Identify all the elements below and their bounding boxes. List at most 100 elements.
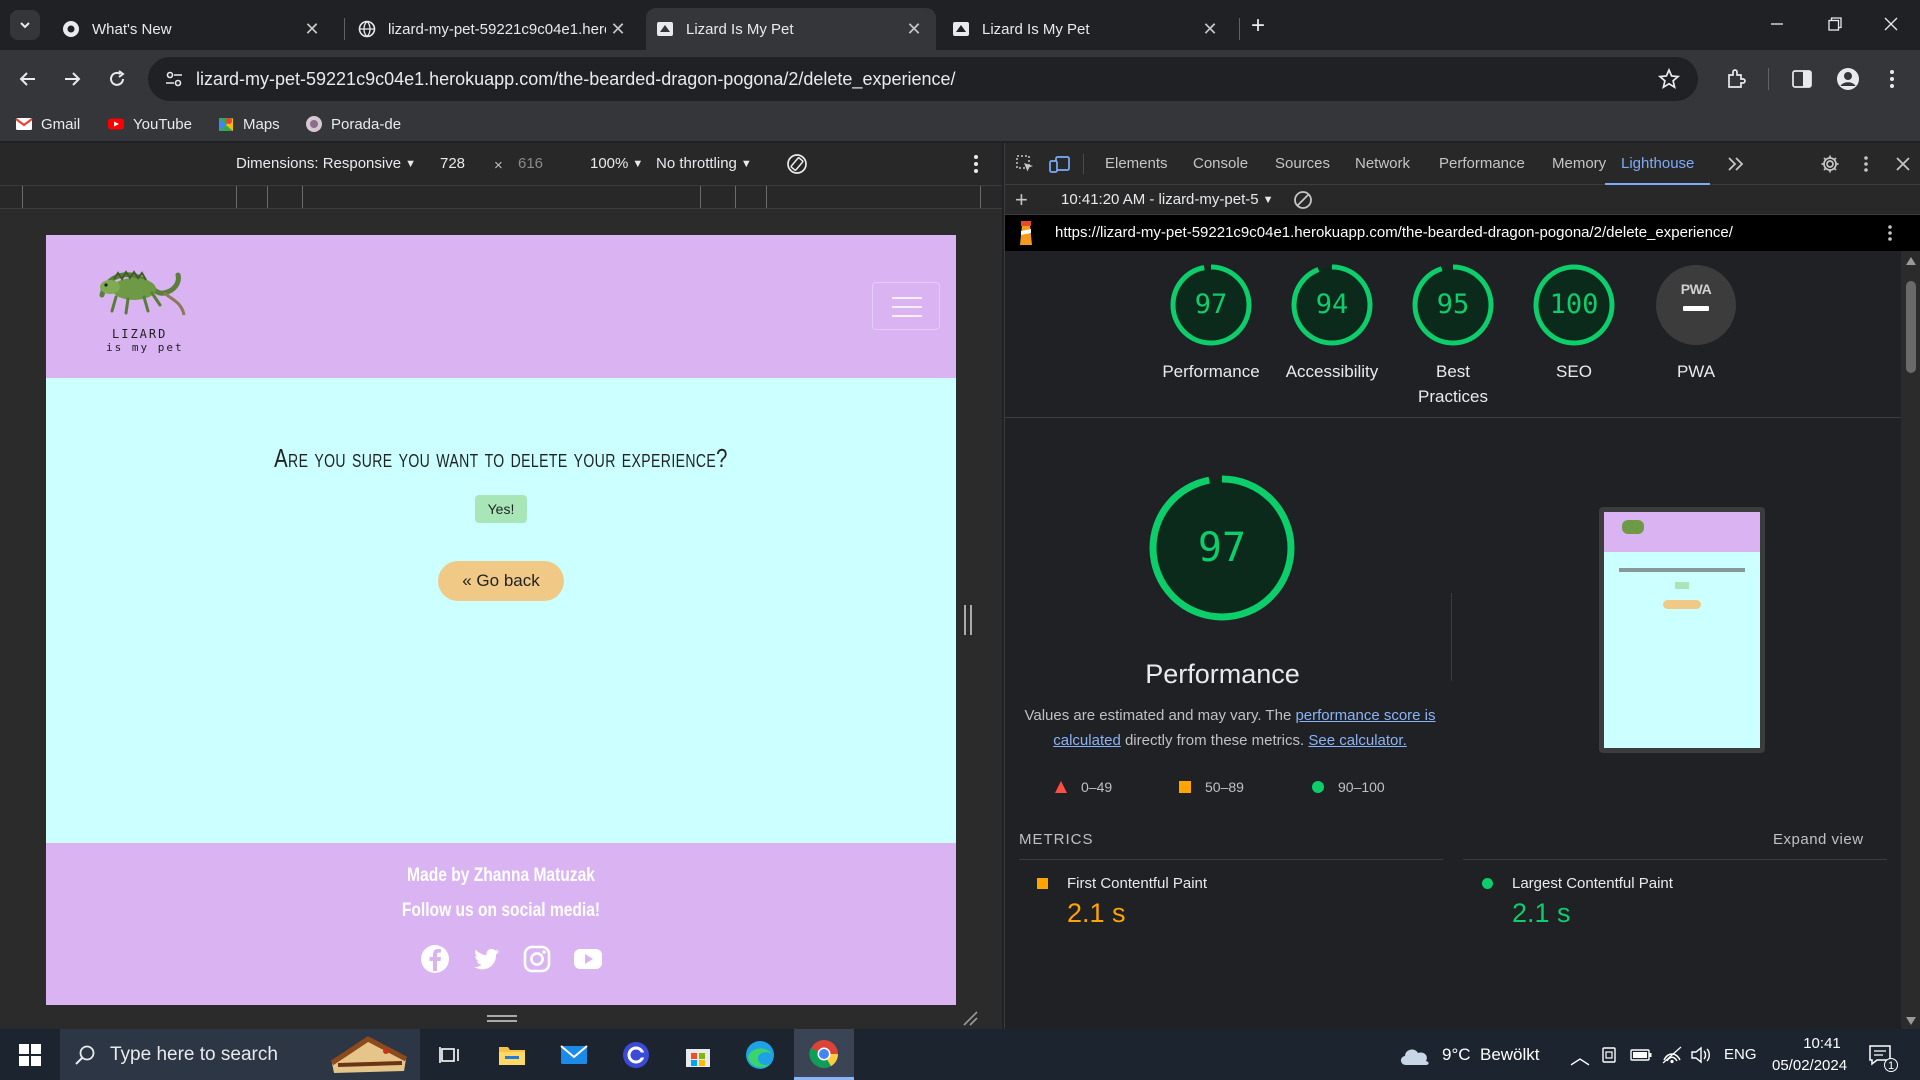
kebab-menu-icon[interactable] <box>1863 155 1869 173</box>
chrome-taskbar-active[interactable] <box>794 1029 854 1080</box>
restore-button[interactable] <box>1806 0 1864 48</box>
bookmark-gmail[interactable]: Gmail <box>15 115 80 133</box>
tab-lizard-active[interactable]: Lizard Is My Pet ✕ <box>646 8 936 50</box>
bookmark-youtube[interactable]: YouTube <box>107 115 192 133</box>
reload-button[interactable] <box>103 65 131 93</box>
clock-time[interactable]: 10:41 <box>1790 1035 1854 1052</box>
star-icon[interactable] <box>1658 68 1680 90</box>
chrome-icon <box>809 1040 838 1068</box>
lighthouse-logo-icon <box>1020 221 1032 245</box>
close-devtools-icon[interactable] <box>1895 156 1911 172</box>
bookmark-porada[interactable]: Porada-de <box>305 115 401 133</box>
metric-name-row: Largest Contentful Paint <box>1482 875 1673 892</box>
tab-console[interactable]: Console <box>1193 143 1248 185</box>
device-toggle-icon[interactable] <box>1049 154 1071 174</box>
scroll-up-icon[interactable] <box>1906 257 1916 265</box>
file-explorer-icon[interactable] <box>494 1037 530 1073</box>
minimize-button[interactable] <box>1748 0 1806 48</box>
settings-gear-icon[interactable] <box>1820 154 1840 174</box>
back-button[interactable] <box>14 65 42 93</box>
clock-date[interactable]: 05/02/2024 <box>1772 1057 1847 1074</box>
kebab-menu-icon[interactable] <box>973 154 979 174</box>
profile-button[interactable] <box>1834 65 1862 93</box>
mail-icon[interactable] <box>556 1037 592 1073</box>
kebab-menu-icon[interactable] <box>1887 224 1893 242</box>
weather-text[interactable]: 9°C Bewölkt <box>1442 1045 1540 1065</box>
score-gauge-pwa[interactable]: PWA PWA <box>1646 263 1746 384</box>
report-url[interactable]: https://lizard-my-pet-59221c9c04e1.herok… <box>1055 224 1733 241</box>
volume-icon[interactable] <box>1690 1046 1712 1064</box>
height-input[interactable]: 616 <box>518 155 543 172</box>
twitter-icon[interactable] <box>470 943 502 975</box>
expand-view-toggle[interactable]: Expand view <box>1773 831 1864 848</box>
go-back-button[interactable]: « Go back <box>438 561 564 601</box>
score-gauge-seo[interactable]: 100 SEO <box>1524 263 1624 384</box>
hamburger-menu-button[interactable] <box>872 282 940 330</box>
tab-search-button[interactable] <box>10 10 40 40</box>
extensions-button[interactable] <box>1722 65 1750 93</box>
tab-elements[interactable]: Elements <box>1105 143 1168 185</box>
close-icon[interactable]: ✕ <box>300 17 324 41</box>
battery-icon[interactable] <box>1630 1048 1652 1062</box>
close-icon[interactable]: ✕ <box>606 17 630 41</box>
devices-icon[interactable] <box>1600 1046 1618 1064</box>
resize-handle-bottom[interactable] <box>487 1015 517 1022</box>
chevron-up-icon[interactable]: ︿ <box>1570 1041 1590 1070</box>
score-gauge-best-practices[interactable]: 95 Best Practices <box>1403 263 1503 409</box>
tab-lighthouse[interactable]: Lighthouse <box>1605 143 1711 185</box>
new-report-button[interactable]: + <box>1015 187 1028 213</box>
arrow-left-icon <box>19 72 35 86</box>
tab-network[interactable]: Network <box>1355 143 1410 185</box>
tab-sources[interactable]: Sources <box>1275 143 1330 185</box>
search-highlight-pie-icon[interactable] <box>328 1033 410 1077</box>
clear-reports-icon[interactable] <box>1293 190 1313 210</box>
tab-memory[interactable]: Memory <box>1552 143 1606 185</box>
windows-start-icon[interactable] <box>19 1044 41 1066</box>
tab-lizard[interactable]: Lizard Is My Pet ✕ <box>942 8 1232 50</box>
resize-handle-right[interactable] <box>964 605 972 635</box>
chrome-menu-button[interactable] <box>1878 65 1906 93</box>
forward-button[interactable] <box>58 65 86 93</box>
confirm-delete-button[interactable]: Yes! <box>475 495 527 523</box>
task-view-icon[interactable] <box>432 1037 468 1073</box>
width-input[interactable]: 728 <box>440 155 465 172</box>
taskbar-search[interactable]: Type here to search <box>60 1029 420 1080</box>
zoom-dropdown[interactable]: 100% ▼ <box>590 155 643 172</box>
scrollbar-thumb[interactable] <box>1906 281 1916 373</box>
resize-corner-icon[interactable] <box>962 1010 978 1026</box>
language-indicator[interactable]: ENG <box>1724 1046 1757 1063</box>
new-tab-button[interactable]: + <box>1244 12 1272 40</box>
facebook-icon[interactable] <box>419 943 451 975</box>
site-logo[interactable]: LIZARD is my pet <box>94 255 194 365</box>
scroll-down-icon[interactable] <box>1906 1017 1916 1025</box>
tab-performance[interactable]: Performance <box>1439 143 1525 185</box>
side-panel-button[interactable] <box>1788 65 1816 93</box>
address-bar[interactable]: lizard-my-pet-59221c9c04e1.herokuapp.com… <box>148 57 1698 101</box>
rotate-icon[interactable] <box>785 152 809 176</box>
microsoft-store-icon[interactable] <box>680 1037 716 1073</box>
bookmark-maps[interactable]: Maps <box>217 115 280 133</box>
edge-icon[interactable] <box>742 1037 778 1073</box>
close-icon[interactable]: ✕ <box>902 17 926 41</box>
cortana-app-icon[interactable] <box>618 1037 654 1073</box>
tab-whats-new[interactable]: What's New ✕ <box>54 8 334 50</box>
dimensions-dropdown[interactable]: Dimensions: Responsive ▼ <box>236 155 416 172</box>
inspect-element-icon[interactable] <box>1015 154 1035 174</box>
instagram-icon[interactable] <box>521 943 553 975</box>
final-screenshot-thumbnail[interactable] <box>1599 507 1765 753</box>
see-calculator-link[interactable]: See calculator. <box>1308 732 1406 749</box>
score-gauge-accessibility[interactable]: 94 Accessibility <box>1282 263 1382 384</box>
more-tabs-icon[interactable] <box>1726 156 1744 172</box>
tab-heroku-page[interactable]: lizard-my-pet-59221c9c04e1.herokuapp.com… <box>350 8 640 50</box>
wifi-icon[interactable] <box>1662 1046 1682 1064</box>
cloud-icon[interactable] <box>1398 1043 1432 1067</box>
throttling-dropdown[interactable]: No throttling ▼ <box>656 155 752 172</box>
score-gauge-performance[interactable]: 97 Performance <box>1161 263 1261 384</box>
close-icon[interactable]: ✕ <box>1198 17 1222 41</box>
site-info-icon[interactable] <box>164 69 184 89</box>
close-window-button[interactable] <box>1862 0 1920 48</box>
report-scrollbar[interactable] <box>1901 251 1920 1029</box>
youtube-icon[interactable] <box>572 943 604 975</box>
media-query-ruler[interactable] <box>0 185 1002 209</box>
report-selector[interactable]: 10:41:20 AM - lizard-my-pet-5 ▼ <box>1061 191 1273 208</box>
